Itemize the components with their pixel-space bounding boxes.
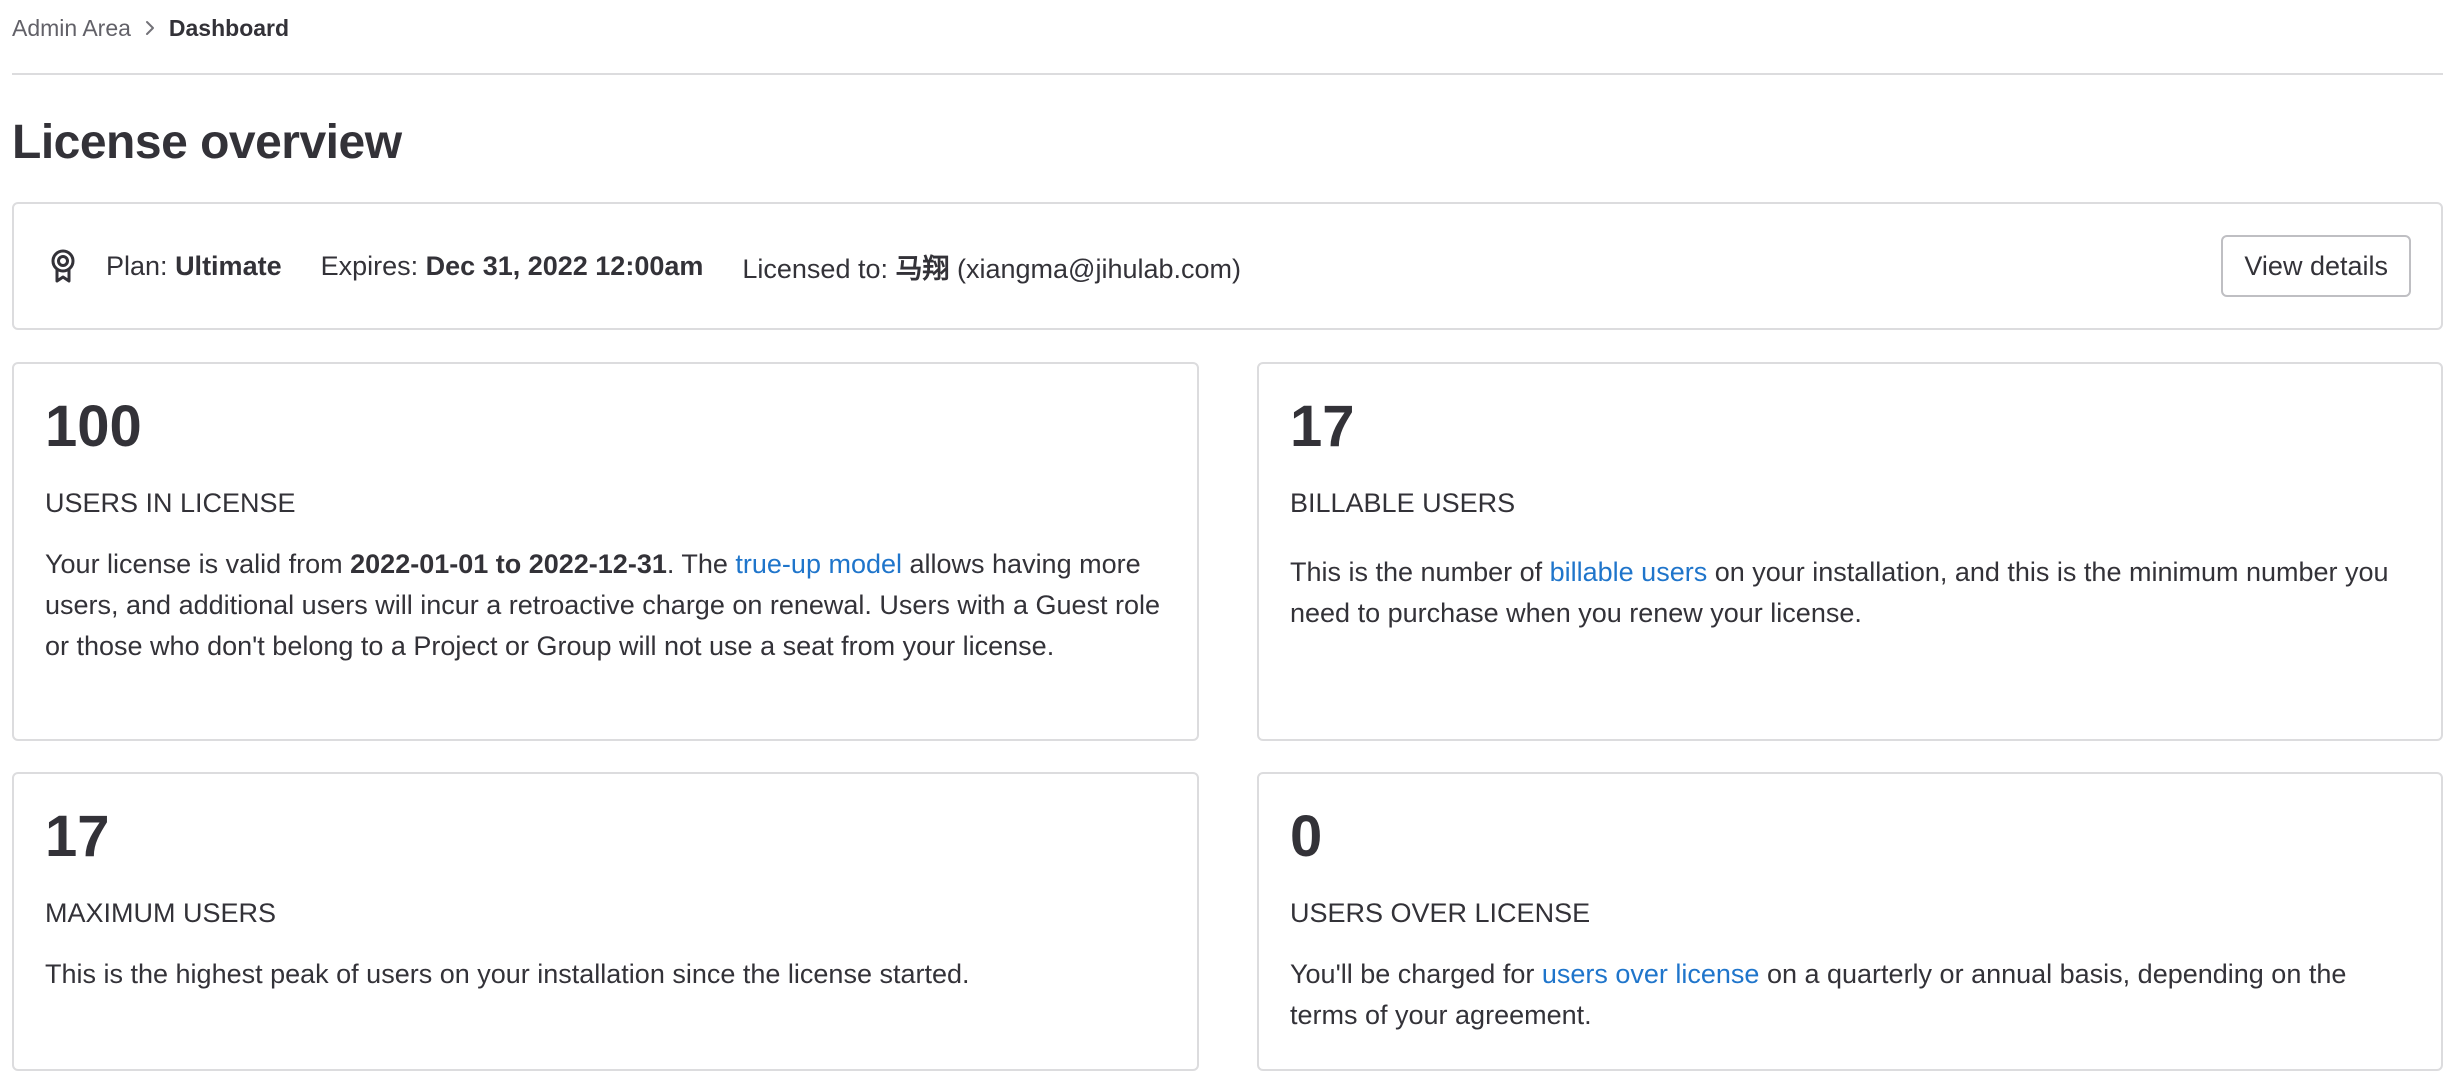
users-in-license-description: Your license is valid from 2022-01-01 to… — [45, 544, 1166, 667]
breadcrumb-admin-area-link[interactable]: Admin Area — [12, 15, 131, 42]
license-validity-dates: 2022-01-01 to 2022-12-31 — [350, 549, 667, 579]
breadcrumb-current: Dashboard — [168, 14, 290, 41]
users-over-license-description: You'll be charged for users over license… — [1290, 954, 2410, 1036]
breadcrumb: Admin Area Dashboard — [12, 10, 289, 46]
users-over-license-value: 0 — [1290, 804, 1323, 869]
license-summary-bar: Plan: Ultimate Expires: Dec 31, 2022 12:… — [12, 202, 2443, 330]
maximum-users-description: This is the highest peak of users on you… — [45, 959, 970, 989]
true-up-model-link[interactable]: true-up model — [735, 549, 902, 579]
users-in-license-card: 100 USERS IN LICENSE Your license is val… — [12, 362, 1199, 741]
maximum-users-value: 17 — [45, 804, 110, 869]
licensee-name: 马翔 — [895, 253, 950, 284]
plan-value: Ultimate — [175, 250, 282, 281]
license-plan: Plan: Ultimate — [106, 251, 282, 282]
page-title: License overview — [12, 116, 402, 169]
maximum-users-card: 17 MAXIMUM USERS This is the highest pea… — [12, 772, 1199, 1071]
desc-text: Your license is valid from — [45, 549, 351, 579]
billable-users-value: 17 — [1290, 394, 1355, 459]
desc-text: You'll be charged for — [1290, 959, 1542, 989]
billable-users-card: 17 BILLABLE USERS This is the number of … — [1257, 362, 2443, 741]
maximum-users-label: MAXIMUM USERS — [45, 898, 277, 928]
chevron-right-icon — [145, 20, 155, 36]
desc-text: . The — [666, 549, 736, 579]
users-over-license-link[interactable]: users over license — [1542, 959, 1760, 989]
plan-label: Plan: — [106, 250, 168, 281]
billable-users-label: BILLABLE USERS — [1290, 488, 1516, 518]
billable-users-description: This is the number of billable users on … — [1290, 552, 2410, 634]
licensed-to-label: Licensed to: — [742, 253, 888, 284]
licensee-email: (xiangma@jihulab.com) — [957, 253, 1242, 284]
expires-value: Dec 31, 2022 12:00am — [425, 250, 704, 281]
users-in-license-label: USERS IN LICENSE — [45, 488, 296, 518]
header-divider — [12, 73, 2443, 75]
expires-label: Expires: — [320, 250, 419, 281]
license-badge-icon — [48, 249, 78, 283]
desc-text: This is the number of — [1290, 557, 1550, 587]
users-over-license-card: 0 USERS OVER LICENSE You'll be charged f… — [1257, 772, 2443, 1071]
license-expires: Expires: Dec 31, 2022 12:00am — [321, 251, 704, 282]
view-details-button[interactable]: View details — [2221, 235, 2411, 297]
license-licensee: Licensed to: 马翔 (xiangma@jihulab.com) — [742, 247, 1241, 286]
users-in-license-value: 100 — [45, 394, 142, 459]
billable-users-link[interactable]: billable users — [1550, 557, 1708, 587]
users-over-license-label: USERS OVER LICENSE — [1290, 898, 1591, 928]
